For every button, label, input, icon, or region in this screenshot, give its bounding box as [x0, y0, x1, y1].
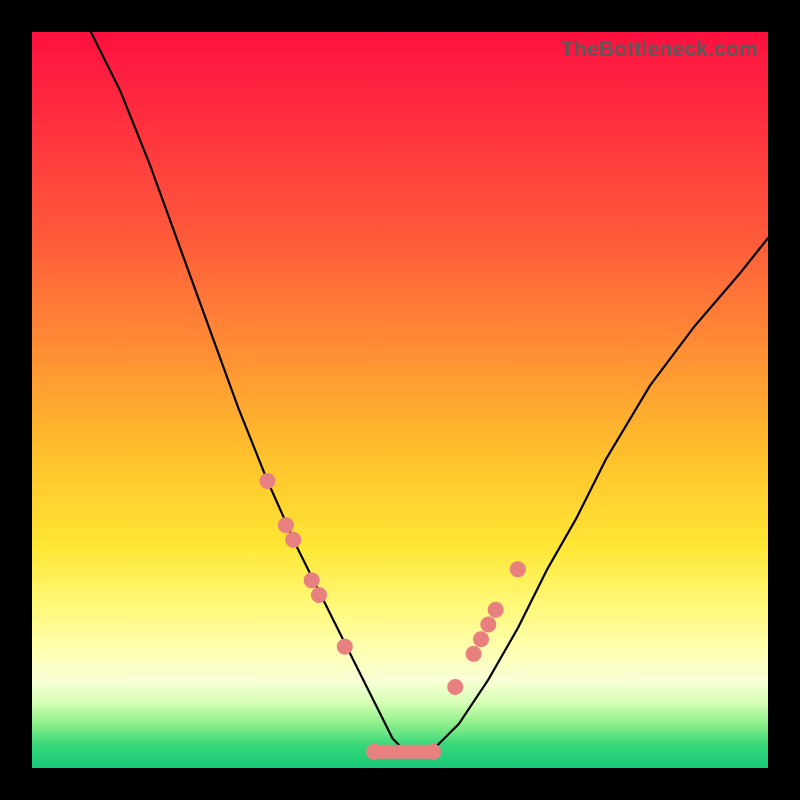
- marker-dot: [285, 532, 301, 548]
- bottleneck-curve: [91, 32, 768, 753]
- marker-dot: [480, 617, 496, 633]
- marker-dot: [510, 561, 526, 577]
- marker-dot: [304, 572, 320, 588]
- marker-dot: [278, 517, 294, 533]
- marker-dot: [447, 679, 463, 695]
- marker-dot: [366, 744, 382, 760]
- marker-dot: [488, 602, 504, 618]
- marker-dot: [337, 639, 353, 655]
- marker-dot: [260, 473, 276, 489]
- markers-right-group: [447, 561, 526, 695]
- chart-frame: TheBottleneck.com: [0, 0, 800, 800]
- marker-dot: [311, 587, 327, 603]
- chart-svg: [32, 32, 768, 768]
- marker-dot: [425, 744, 441, 760]
- chart-plot-area: TheBottleneck.com: [32, 32, 768, 768]
- markers-bottom-cluster: [366, 744, 441, 760]
- marker-dot: [473, 631, 489, 647]
- marker-dot: [466, 646, 482, 662]
